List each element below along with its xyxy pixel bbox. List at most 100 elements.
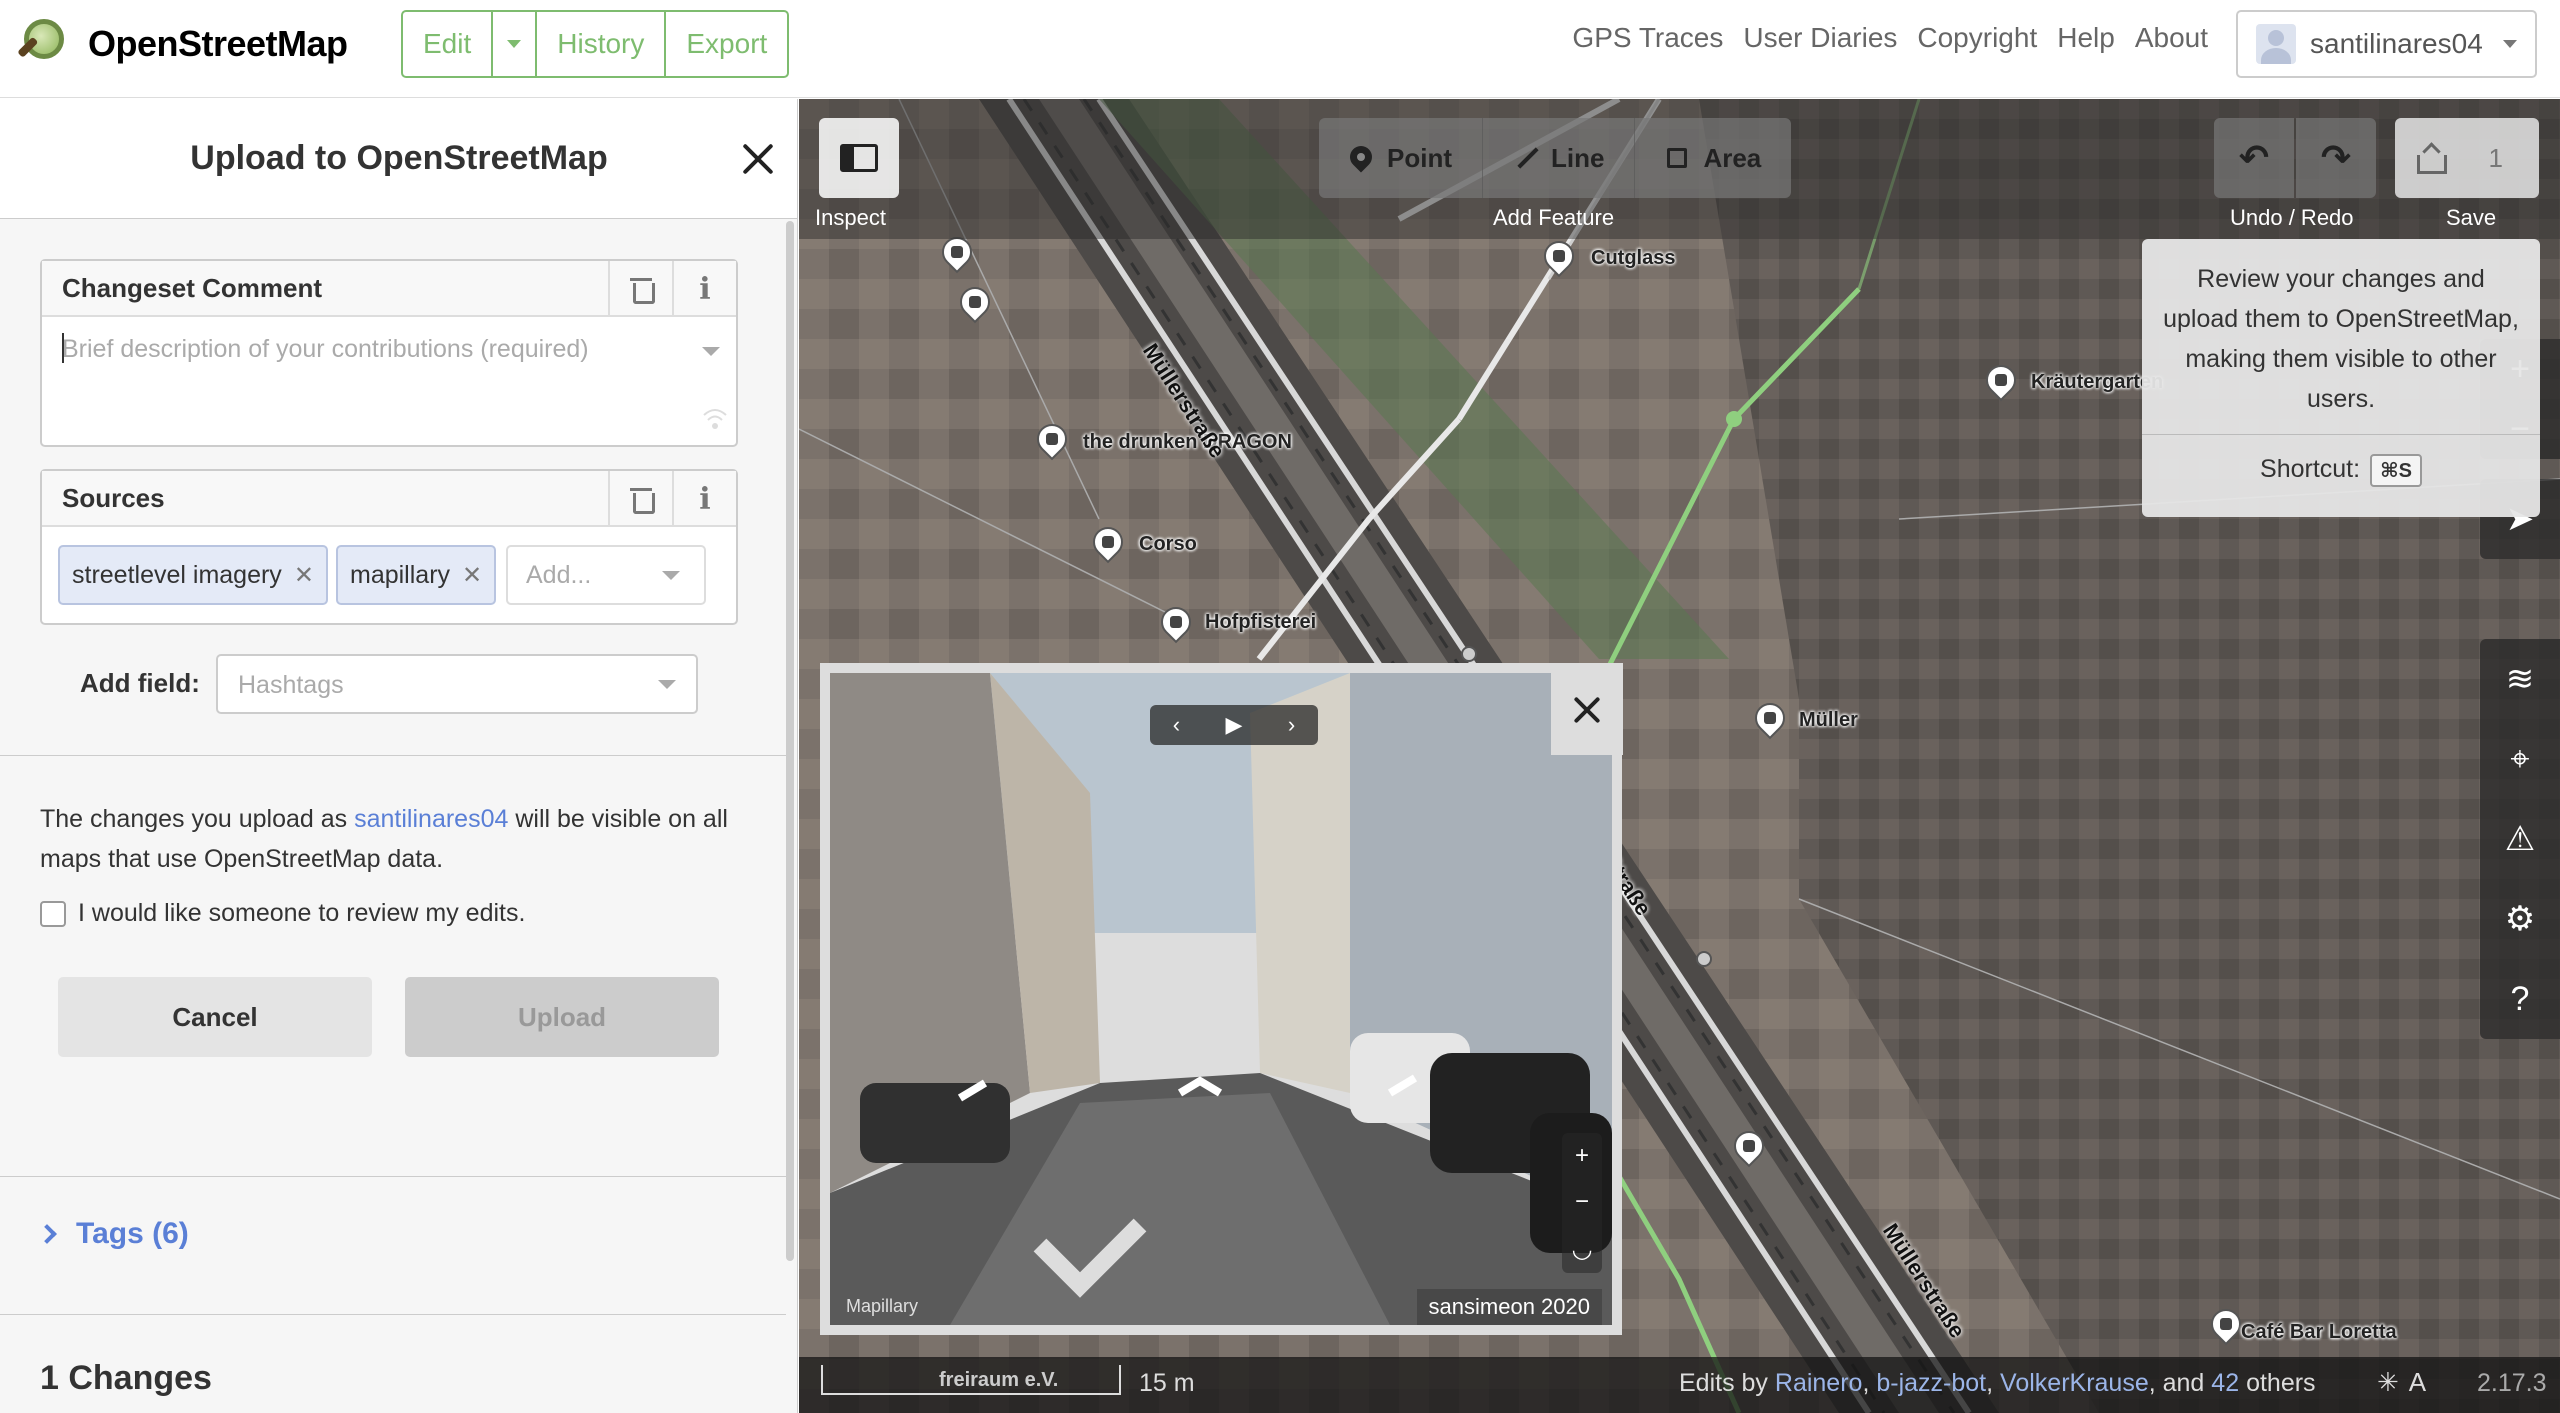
- save-button[interactable]: 1: [2395, 118, 2539, 198]
- export-button[interactable]: Export: [666, 12, 787, 76]
- cancel-button[interactable]: Cancel: [58, 977, 372, 1057]
- map-poi-marker[interactable]: [1727, 1124, 1771, 1168]
- poi-label-muller[interactable]: Müller: [1799, 709, 1858, 732]
- sidebar-scrollbar[interactable]: [786, 221, 794, 1261]
- nav-link-about[interactable]: About: [2135, 22, 2208, 54]
- undo-button[interactable]: ↶: [2214, 118, 2294, 198]
- close-icon[interactable]: [738, 139, 778, 179]
- upload-sidebar: Upload to OpenStreetMap Changeset Commen…: [0, 99, 798, 1413]
- mapillary-brand[interactable]: Mapillary: [846, 1296, 918, 1317]
- changeset-comment-input[interactable]: Brief description of your contributions …: [42, 317, 736, 445]
- tooltip-shortcut: Shortcut: ⌘S: [2142, 454, 2540, 487]
- play-icon[interactable]: ▶: [1226, 712, 1243, 738]
- osm-logo[interactable]: OpenStreetMap: [17, 14, 348, 74]
- poi-label-hofpfisterei[interactable]: Hofpfisterei: [1205, 611, 1316, 634]
- street-photo-viewer: ‹ ▶ › + − ◡ Mapillary sansimeon 2020: [820, 663, 1622, 1335]
- background-pane-button[interactable]: ≋: [2480, 639, 2560, 719]
- add-source-combobox[interactable]: Add...: [506, 545, 706, 605]
- map-poi-marker[interactable]: [953, 280, 997, 324]
- plus-icon[interactable]: +: [1575, 1142, 1589, 1170]
- poi-label-cafe-bar-loretta[interactable]: Café Bar Loretta: [2241, 1321, 2397, 1344]
- add-source-placeholder: Add...: [526, 561, 592, 589]
- previous-photo-icon[interactable]: ‹: [1173, 712, 1180, 738]
- upload-button[interactable]: Upload: [405, 977, 719, 1057]
- others-label: others: [2246, 1369, 2316, 1397]
- area-icon: [1665, 146, 1689, 170]
- trash-icon: [630, 486, 655, 514]
- sidebar-title: Upload to OpenStreetMap: [190, 139, 608, 177]
- add-point-button[interactable]: Point: [1319, 118, 1483, 198]
- note-prefix: The changes you upload as: [40, 805, 355, 833]
- inspect-button[interactable]: [819, 118, 899, 198]
- preferences-pane-button[interactable]: ⚙: [2480, 879, 2560, 959]
- changeset-comment-field: Changeset Comment i Brief description of…: [40, 259, 738, 447]
- area-label: Area: [1703, 142, 1762, 173]
- map-panes-controls: ≋ ⌖ ⚠ ⚙ ?: [2480, 639, 2560, 1039]
- map-poi-marker[interactable]: [1086, 520, 1130, 564]
- edit-dropdown-button[interactable]: [493, 12, 538, 76]
- next-photo-icon[interactable]: ›: [1288, 712, 1295, 738]
- editor-link[interactable]: Rainero: [1775, 1369, 1863, 1397]
- review-checkbox[interactable]: [40, 900, 66, 927]
- nav-link-help[interactable]: Help: [2057, 22, 2115, 54]
- point-icon: [1345, 141, 1377, 173]
- bug-icon[interactable]: ✳: [2377, 1367, 2399, 1398]
- remove-icon[interactable]: ✕: [462, 561, 482, 590]
- remove-icon[interactable]: ✕: [294, 561, 314, 590]
- chevron-down-icon: [2503, 40, 2517, 48]
- tags-section-toggle[interactable]: Tags (6): [37, 1217, 189, 1251]
- photo-credit[interactable]: sansimeon 2020: [1416, 1289, 1602, 1325]
- history-button[interactable]: History: [537, 12, 667, 76]
- divider: [0, 1176, 786, 1177]
- map-view[interactable]: Cutglass the drunken DRAGON Corso Hofpfi…: [799, 99, 2560, 1413]
- poi-label-cutglass[interactable]: Cutglass: [1591, 247, 1675, 270]
- source-chip-label: streetlevel imagery: [72, 560, 282, 589]
- editor-link[interactable]: b-jazz-bot: [1876, 1369, 1986, 1397]
- nav-link-copyright[interactable]: Copyright: [1917, 22, 2037, 54]
- add-field-combobox[interactable]: Hashtags: [216, 654, 698, 714]
- map-poi-marker[interactable]: [1979, 358, 2023, 402]
- sources-info-button[interactable]: i: [672, 471, 736, 527]
- user-settings-icon: ⚙: [2504, 900, 2536, 938]
- help-pane-button[interactable]: ?: [2480, 959, 2560, 1039]
- review-label: I would like someone to review my edits.: [78, 899, 526, 927]
- user-profile-link[interactable]: santilinares04: [354, 805, 508, 833]
- map-poi-marker[interactable]: [1030, 417, 1074, 461]
- add-area-button[interactable]: Area: [1635, 118, 1792, 198]
- map-poi-marker[interactable]: [1154, 600, 1198, 644]
- shortcut-key: ⌘S: [2370, 454, 2422, 487]
- street-photo[interactable]: ‹ ▶ › + − ◡ Mapillary sansimeon 2020: [830, 673, 1612, 1325]
- poi-label-freiraum[interactable]: freiraum e.V.: [939, 1369, 1058, 1392]
- version-label[interactable]: 2.17.3: [2477, 1369, 2547, 1398]
- sources-label-text: Sources: [62, 482, 165, 513]
- nav-link-user-diaries[interactable]: User Diaries: [1743, 22, 1897, 54]
- comment-info-button[interactable]: i: [672, 261, 736, 317]
- poi-label-drunken-dragon[interactable]: the drunken DRAGON: [1083, 431, 1292, 454]
- redo-button[interactable]: ↷: [2296, 118, 2376, 198]
- delete-comment-button[interactable]: [608, 261, 672, 317]
- user-menu-button[interactable]: santilinares04: [2236, 10, 2537, 78]
- warning-icon: ⚠: [2504, 820, 2536, 858]
- issues-pane-button[interactable]: ⚠: [2480, 799, 2560, 879]
- editor-link[interactable]: VolkerKrause: [2000, 1369, 2149, 1397]
- edit-button[interactable]: Edit: [403, 12, 494, 76]
- poi-label-corso[interactable]: Corso: [1139, 533, 1197, 556]
- save-tooltip: Review your changes and upload them to O…: [2142, 239, 2540, 517]
- map-poi-marker[interactable]: [935, 230, 979, 274]
- wifi-icon[interactable]: ◡: [1572, 1235, 1593, 1264]
- shortcut-label: Shortcut:: [2260, 455, 2361, 483]
- map-data-pane-button[interactable]: ⌖: [2480, 719, 2560, 799]
- map-poi-marker[interactable]: [1748, 696, 1792, 740]
- others-count-link[interactable]: 42: [2211, 1369, 2239, 1397]
- minus-icon[interactable]: −: [1575, 1188, 1589, 1216]
- map-poi-marker[interactable]: [2204, 1302, 2248, 1346]
- inspect-label: Inspect: [815, 205, 886, 230]
- add-line-button[interactable]: Line: [1483, 118, 1636, 198]
- map-data-icon: ⌖: [2510, 739, 2530, 778]
- close-viewer-icon[interactable]: [1551, 663, 1623, 755]
- nav-link-gps-traces[interactable]: GPS Traces: [1572, 22, 1723, 54]
- translate-icon[interactable]: A: [2409, 1367, 2426, 1398]
- map-poi-marker[interactable]: [1537, 234, 1581, 278]
- delete-sources-button[interactable]: [608, 471, 672, 527]
- chevron-down-icon[interactable]: [702, 347, 720, 356]
